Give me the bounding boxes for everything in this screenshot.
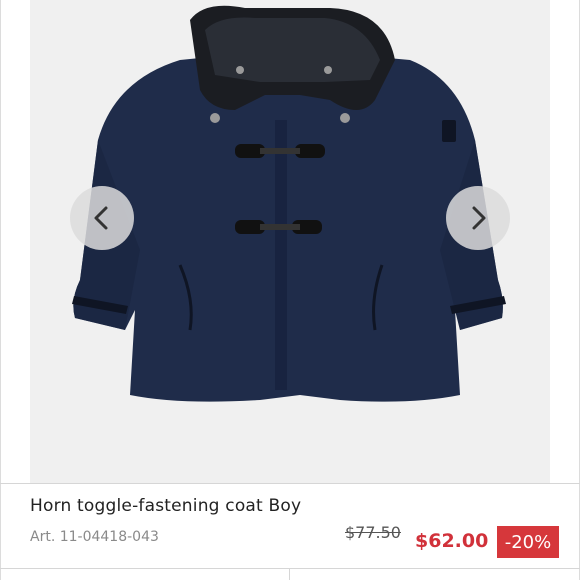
gallery-next-button[interactable] bbox=[446, 186, 510, 250]
bottom-column-divider bbox=[289, 569, 290, 580]
original-price: $77.50 bbox=[345, 523, 401, 542]
gallery-prev-button[interactable] bbox=[70, 186, 134, 250]
bottom-divider bbox=[0, 568, 580, 569]
chevron-right-icon bbox=[472, 206, 486, 230]
product-card: Horn toggle-fastening coat Boy Art. 11-0… bbox=[0, 0, 580, 580]
chevron-left-icon bbox=[94, 206, 108, 230]
product-title[interactable]: Horn toggle-fastening coat Boy bbox=[30, 496, 301, 516]
article-number: Art. 11-04418-043 bbox=[30, 529, 159, 545]
discount-badge: -20% bbox=[497, 526, 559, 558]
card-border-left bbox=[0, 0, 1, 580]
info-divider bbox=[0, 483, 580, 484]
sale-price: $62.00 bbox=[415, 530, 489, 552]
